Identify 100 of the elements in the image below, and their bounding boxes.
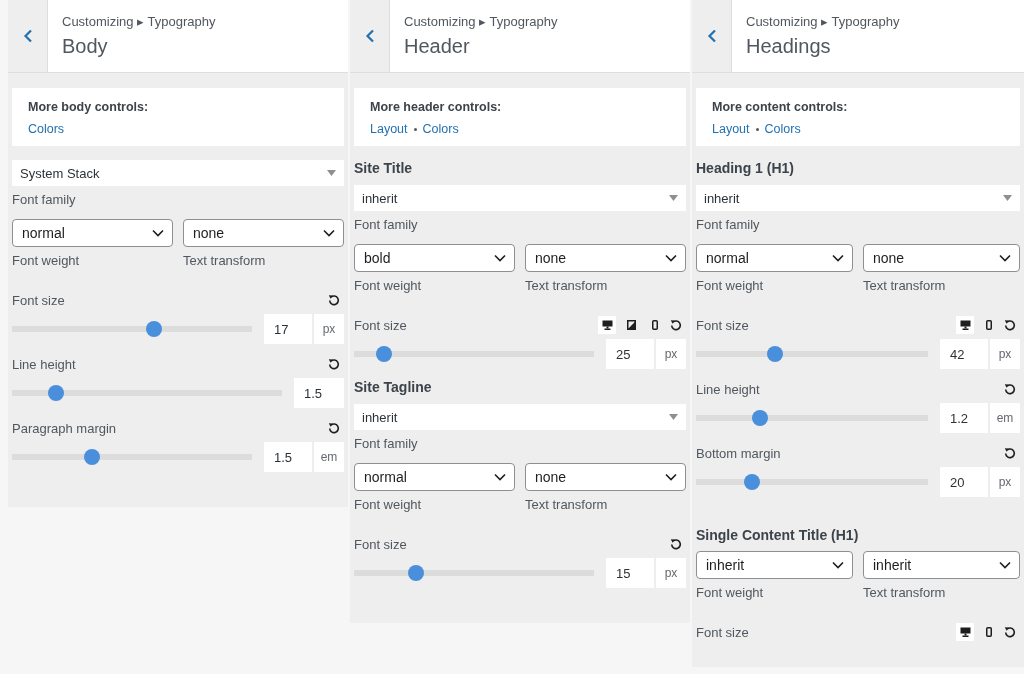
slider-thumb[interactable] xyxy=(743,474,760,490)
font-family-select[interactable]: inherit xyxy=(354,404,686,430)
reset-icon[interactable] xyxy=(1004,626,1016,638)
reset-icon[interactable] xyxy=(1004,383,1016,395)
caret-icon xyxy=(669,414,678,420)
slider-thumb[interactable] xyxy=(752,410,769,426)
caret-icon xyxy=(669,195,678,201)
desktop-icon[interactable] xyxy=(956,623,974,641)
breadcrumb: Customizing ▸ Typography xyxy=(62,14,217,29)
chevron-icon xyxy=(665,473,677,481)
control-heading: Site Title xyxy=(354,160,414,176)
font-family-select[interactable]: System Stack xyxy=(12,160,344,186)
chevron-icon xyxy=(494,254,506,262)
font-family-select[interactable]: inherit xyxy=(696,185,1020,211)
dropdown-select[interactable]: inherit xyxy=(863,551,1020,579)
field-label: Text transform xyxy=(863,278,947,293)
unit-label: px xyxy=(656,339,686,369)
dropdown-select[interactable]: none xyxy=(525,463,686,491)
field-label: Text transform xyxy=(183,253,267,268)
back-icon xyxy=(364,29,375,43)
breadcrumb: Customizing ▸ Typography xyxy=(404,14,559,29)
chevron-icon xyxy=(832,561,844,569)
dropdown-select[interactable]: bold xyxy=(354,244,515,272)
reset-icon[interactable] xyxy=(1004,447,1016,459)
chevron-icon xyxy=(999,254,1011,262)
section-title: Body xyxy=(62,35,109,58)
dropdown-select[interactable]: inherit xyxy=(696,551,853,579)
chevron-icon xyxy=(832,254,844,262)
unit-label: px xyxy=(990,467,1020,497)
unit-label: px xyxy=(656,558,686,588)
control-heading: Heading 1 (H1) xyxy=(696,160,795,176)
section-link[interactable]: Colors xyxy=(422,122,459,136)
reset-icon[interactable] xyxy=(328,422,340,434)
field-label: Text transform xyxy=(525,278,609,293)
field-label: Font weight xyxy=(354,278,423,293)
number-field[interactable]: 20 xyxy=(940,467,988,497)
field-label: Font family xyxy=(354,217,419,232)
chevron-icon xyxy=(999,561,1011,569)
dropdown-select[interactable]: none xyxy=(183,219,344,247)
reset-icon[interactable] xyxy=(670,319,682,331)
unit-label: px xyxy=(990,339,1020,369)
number-field[interactable]: 42 xyxy=(940,339,988,369)
slider-thumb[interactable] xyxy=(83,449,100,465)
control-label: Font size xyxy=(696,317,749,333)
field-label: Font weight xyxy=(696,585,765,600)
dropdown-select[interactable]: none xyxy=(525,244,686,272)
control-label: Font size xyxy=(354,536,407,552)
reset-icon[interactable] xyxy=(328,294,340,306)
control-label: Bottom margin xyxy=(696,445,781,461)
separator-dot xyxy=(755,127,759,131)
control-heading: Single Content Title (H1) xyxy=(696,527,860,543)
number-field[interactable]: 1.5 xyxy=(294,378,344,408)
field-label: Font weight xyxy=(696,278,765,293)
caret-icon xyxy=(1003,195,1012,201)
slider-thumb[interactable] xyxy=(47,385,64,401)
reset-icon[interactable] xyxy=(670,538,682,550)
unit-label: em xyxy=(990,403,1020,433)
unit-label: em xyxy=(314,442,344,472)
unit-label: px xyxy=(314,314,344,344)
section-link[interactable]: Colors xyxy=(764,122,801,136)
field-label: Font weight xyxy=(12,253,81,268)
field-label: Font family xyxy=(354,436,419,451)
control-label: Line height xyxy=(12,356,76,372)
dropdown-select[interactable]: normal xyxy=(12,219,173,247)
more-controls-label: More header controls: xyxy=(370,100,503,114)
control-label: Paragraph margin xyxy=(12,420,117,436)
reset-icon[interactable] xyxy=(328,358,340,370)
field-label: Font family xyxy=(12,192,77,207)
font-family-select[interactable]: inherit xyxy=(354,185,686,211)
number-field[interactable]: 25 xyxy=(606,339,654,369)
desktop-icon[interactable] xyxy=(598,316,616,334)
chevron-icon xyxy=(665,254,677,262)
number-field[interactable]: 15 xyxy=(606,558,654,588)
field-label: Text transform xyxy=(863,585,947,600)
number-field[interactable]: 17 xyxy=(264,314,312,344)
dropdown-select[interactable]: none xyxy=(863,244,1020,272)
number-field[interactable]: 1.2 xyxy=(940,403,988,433)
slider-thumb[interactable] xyxy=(767,346,784,362)
number-field[interactable]: 1.5 xyxy=(264,442,312,472)
dropdown-select[interactable]: normal xyxy=(696,244,853,272)
chevron-icon xyxy=(152,229,164,237)
more-controls-label: More body controls: xyxy=(28,100,150,114)
field-label: Text transform xyxy=(525,497,609,512)
field-label: Font family xyxy=(696,217,761,232)
section-link[interactable]: Layout xyxy=(712,122,750,136)
reset-icon[interactable] xyxy=(1004,319,1016,331)
back-icon xyxy=(706,29,717,43)
section-link[interactable]: Colors xyxy=(28,122,65,136)
slider-thumb[interactable] xyxy=(376,346,393,362)
section-title: Headings xyxy=(746,35,832,58)
separator-dot xyxy=(413,127,417,131)
field-label: Font weight xyxy=(354,497,423,512)
slider-thumb[interactable] xyxy=(407,565,424,581)
chevron-icon xyxy=(494,473,506,481)
desktop-icon[interactable] xyxy=(956,316,974,334)
control-label: Font size xyxy=(696,624,749,640)
section-title: Header xyxy=(404,35,471,58)
section-link[interactable]: Layout xyxy=(370,122,408,136)
slider-thumb[interactable] xyxy=(146,321,163,337)
dropdown-select[interactable]: normal xyxy=(354,463,515,491)
